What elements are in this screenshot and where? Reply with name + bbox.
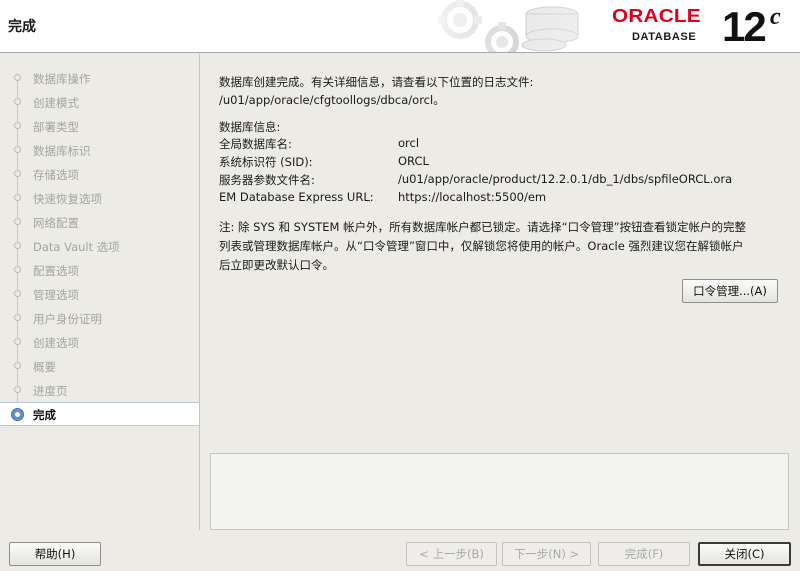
intro-text: 数据库创建完成。有关详细信息，请查看以下位置的日志文件:: [219, 75, 534, 89]
current-step-radio-icon: [11, 408, 24, 421]
em-url-value: https://localhost:5500/em: [398, 190, 547, 204]
database-wordmark: DATABASE: [632, 31, 697, 43]
sidebar-step-label: 快速恢复选项: [33, 192, 102, 206]
sidebar-step: 数据库操作: [0, 66, 199, 90]
password-management-button[interactable]: 口令管理...(A): [682, 279, 778, 303]
global-db-name-label: 全局数据库名:: [219, 137, 292, 151]
step-dot-icon: [14, 218, 21, 225]
sidebar-step: 快速恢复选项: [0, 186, 199, 210]
step-dot-icon: [14, 146, 21, 153]
sidebar-step: 数据库标识: [0, 138, 199, 162]
global-db-name-value: orcl: [398, 136, 420, 150]
next-button[interactable]: 下一步(N) >: [502, 542, 591, 566]
step-dot-icon: [14, 194, 21, 201]
wizard-steps-sidebar: 数据库操作创建模式部署类型数据库标识存储选项快速恢复选项 网络配置 Data Vau…: [0, 54, 200, 530]
sidebar-step-label: 用户身份证明: [33, 312, 102, 326]
sidebar-step-label: 配置选项: [33, 264, 79, 278]
sidebar-step-label: 数据库操作: [33, 72, 91, 86]
sidebar-step-label: 管理选项: [33, 288, 79, 302]
oracle-wordmark: ORACLE: [612, 5, 701, 26]
sidebar-step: Data Vault 选项: [0, 234, 199, 258]
oracle-logo: ORACLE DATABASE: [612, 6, 718, 48]
version-suffix: c: [770, 4, 781, 30]
note-line-1: 注: 除 SYS 和 SYSTEM 帐户外，所有数据库帐户都已锁定。请选择“口令…: [219, 220, 747, 234]
sidebar-step: 存储选项: [0, 162, 199, 186]
step-dot-icon: [14, 386, 21, 393]
close-button[interactable]: 关闭(C): [698, 542, 791, 566]
sidebar-step-label: 数据库标识: [33, 144, 91, 158]
sidebar-step-label: 部署类型: [33, 120, 79, 134]
step-dot-icon: [14, 314, 21, 321]
sid-value: ORCL: [398, 154, 429, 168]
em-url-label: EM Database Express URL:: [219, 190, 374, 204]
step-dot-icon: [14, 338, 21, 345]
gears-decoration-icon: [432, 0, 602, 52]
sidebar-step: 创建模式: [0, 90, 199, 114]
sidebar-step-label: 存储选项: [33, 168, 79, 182]
sidebar-step-label: 创建选项: [33, 336, 79, 350]
spfile-value: /u01/app/oracle/product/12.2.0.1/db_1/db…: [398, 172, 733, 186]
sidebar-step-label: Data Vault 选项: [33, 240, 120, 254]
step-dot-icon: [14, 170, 21, 177]
step-dot-icon: [14, 122, 21, 129]
db-info-heading: 数据库信息:: [219, 120, 281, 134]
sidebar-step: 创建选项: [0, 330, 199, 354]
details-pane: [210, 453, 789, 530]
sid-label: 系统标识符 (SID):: [219, 155, 313, 169]
sidebar-step: 配置选项: [0, 258, 199, 282]
step-dot-icon: [14, 362, 21, 369]
sidebar-step: 网络配置: [0, 210, 199, 234]
page-title: 完成: [8, 19, 36, 35]
step-dot-icon: [14, 98, 21, 105]
sidebar-step-label: 概要: [33, 360, 56, 374]
step-dot-icon: [14, 242, 21, 249]
step-dot-icon: [14, 290, 21, 297]
back-button[interactable]: < 上一步(B): [406, 542, 497, 566]
step-dot-icon: [14, 74, 21, 81]
spfile-label: 服务器参数文件名:: [219, 173, 315, 187]
help-button[interactable]: 帮助(H): [9, 542, 101, 566]
sidebar-step-label: 网络配置: [33, 216, 79, 230]
sidebar-step: 部署类型: [0, 114, 199, 138]
sidebar-step: 进度页: [0, 378, 199, 402]
sidebar-step-label: 进度页: [33, 384, 68, 398]
version-number: 12: [722, 3, 767, 50]
bottom-button-bar: 帮助(H) < 上一步(B) 下一步(N) > 完成(F) 关闭(C): [0, 530, 800, 571]
finish-button[interactable]: 完成(F): [598, 542, 690, 566]
sidebar-step-active: 完成: [0, 402, 199, 426]
sidebar-step: 概要: [0, 354, 199, 378]
note-line-3: 后立即更改默认口令。: [219, 258, 334, 272]
sidebar-step-label: 创建模式: [33, 96, 79, 110]
sidebar-step: 用户身份证明: [0, 306, 199, 330]
sidebar-step: 管理选项: [0, 282, 199, 306]
note-line-2: 列表或管理数据库帐户。从“口令管理”窗口中，仅解锁您将使用的帐户。Oracle …: [219, 239, 744, 253]
header-banner: 完成 ORACLE DATABASE 12 c: [0, 0, 800, 53]
sidebar-step-label: 完成: [33, 408, 56, 422]
step-dot-icon: [14, 266, 21, 273]
log-path: /u01/app/oracle/cfgtoollogs/dbca/orcl。: [219, 93, 445, 107]
